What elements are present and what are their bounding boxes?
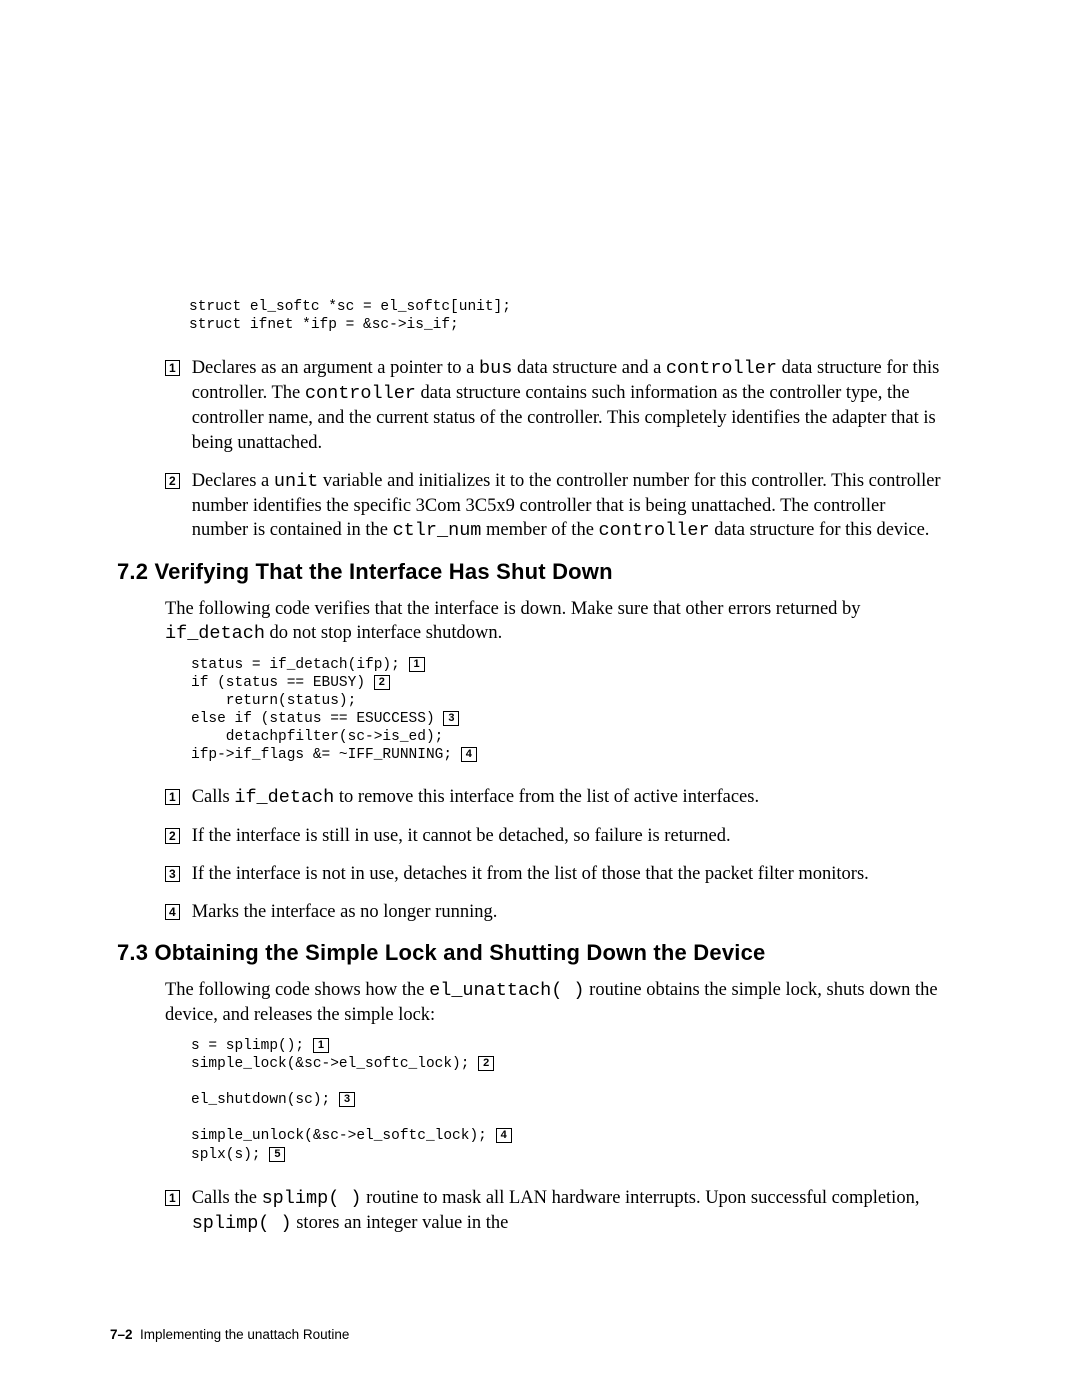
list-item: 3 If the interface is not in use, detach… (165, 862, 945, 886)
list-item-text: Calls the splimp( ) routine to mask all … (192, 1186, 945, 1236)
code-line: simple_lock(&sc->el_softc_lock); (191, 1056, 478, 1072)
inline-code: controller (599, 520, 710, 541)
page-number: 7–2 (110, 1327, 133, 1342)
text: member of the (481, 520, 598, 540)
list-item: 2 Declares a unit variable and initializ… (165, 469, 945, 543)
intro-paragraph: The following code shows how the el_unat… (165, 978, 945, 1027)
callout-inline: 4 (496, 1128, 512, 1143)
callout-inline: 3 (443, 711, 459, 726)
list-item-text: If the interface is not in use, detaches… (192, 862, 869, 886)
callout-inline: 5 (269, 1147, 285, 1162)
code-line: ifp->if_flags &= ~IFF_RUNNING; (191, 747, 461, 763)
list-item-text: Marks the interface as no longer running… (192, 900, 498, 924)
text: Declares as an argument a pointer to a (192, 358, 479, 378)
code-line: detachpfilter(sc->is_ed); (191, 729, 443, 745)
footer-title: Implementing the unattach Routine (140, 1327, 349, 1342)
callout-number: 1 (165, 789, 180, 805)
code-line: return(status); (191, 693, 356, 709)
callout-number: 1 (165, 1190, 180, 1206)
list-item: 1 Calls if_detach to remove this interfa… (165, 785, 945, 810)
callout-inline: 3 (339, 1092, 355, 1107)
text: The following code verifies that the int… (165, 599, 861, 619)
code-line: struct el_softc *sc = el_softc[unit]; (189, 299, 511, 315)
text: Calls the (192, 1188, 262, 1208)
list-item-text: Declares as an argument a pointer to a b… (192, 356, 945, 454)
inline-code: controller (305, 383, 416, 404)
callout-number: 2 (165, 473, 180, 489)
callout-inline: 1 (409, 657, 425, 672)
list-item: 1 Declares as an argument a pointer to a… (165, 356, 945, 454)
inline-code: if_detach (165, 623, 265, 644)
inline-code: ctlr_num (393, 520, 482, 541)
code-block-7-2: status = if_detach(ifp); 1 if (status ==… (191, 656, 945, 765)
section-heading-7-3: 7.3 Obtaining the Simple Lock and Shutti… (117, 940, 945, 966)
callout-inline: 2 (478, 1056, 494, 1071)
text: Declares a (192, 471, 274, 491)
code-line: s = splimp(); (191, 1038, 313, 1054)
code-line: else if (status == ESUCCESS) (191, 711, 443, 727)
text: to remove this interface from the list o… (334, 787, 759, 807)
text: data structure for this device. (710, 520, 930, 540)
code-line: splx(s); (191, 1147, 269, 1163)
list-item: 1 Calls the splimp( ) routine to mask al… (165, 1186, 945, 1236)
callout-inline: 4 (461, 747, 477, 762)
inline-code: bus (479, 358, 512, 379)
code-line: simple_unlock(&sc->el_softc_lock); (191, 1128, 496, 1144)
callout-inline: 2 (374, 675, 390, 690)
code-line: if (status == EBUSY) (191, 675, 374, 691)
callout-number: 4 (165, 904, 180, 920)
intro-paragraph: The following code verifies that the int… (165, 597, 945, 646)
inline-code: if_detach (234, 787, 334, 808)
list-item-text: Calls if_detach to remove this interface… (192, 785, 759, 810)
inline-code: controller (666, 358, 777, 379)
text: Calls (192, 787, 235, 807)
inline-code: el_unattach( ) (429, 980, 584, 1001)
text: The following code shows how the (165, 980, 429, 1000)
text: routine to mask all LAN hardware interru… (362, 1188, 920, 1208)
list-item: 2 If the interface is still in use, it c… (165, 824, 945, 848)
page-footer: 7–2 Implementing the unattach Routine (110, 1327, 349, 1342)
inline-code: splimp( ) (192, 1213, 292, 1234)
inline-code: splimp( ) (262, 1188, 362, 1209)
list-item-text: If the interface is still in use, it can… (192, 824, 731, 848)
callout-number: 2 (165, 828, 180, 844)
list-item: 4 Marks the interface as no longer runni… (165, 900, 945, 924)
top-code-block: struct el_softc *sc = el_softc[unit]; st… (189, 280, 945, 334)
callout-number: 3 (165, 866, 180, 882)
section-heading-7-2: 7.2 Verifying That the Interface Has Shu… (117, 559, 945, 585)
callout-inline: 1 (313, 1038, 329, 1053)
list-item-text: Declares a unit variable and initializes… (192, 469, 945, 543)
text: stores an integer value in the (292, 1213, 509, 1233)
text: data structure and a (512, 358, 666, 378)
callout-number: 1 (165, 360, 180, 376)
page-content: struct el_softc *sc = el_softc[unit]; st… (0, 0, 1080, 1236)
inline-code: unit (274, 471, 318, 492)
code-line: struct ifnet *ifp = &sc->is_if; (189, 317, 459, 333)
code-block-7-3: s = splimp(); 1 simple_lock(&sc->el_soft… (191, 1037, 945, 1164)
code-line: status = if_detach(ifp); (191, 657, 409, 673)
code-line: el_shutdown(sc); (191, 1092, 339, 1108)
text: do not stop interface shutdown. (265, 623, 502, 643)
